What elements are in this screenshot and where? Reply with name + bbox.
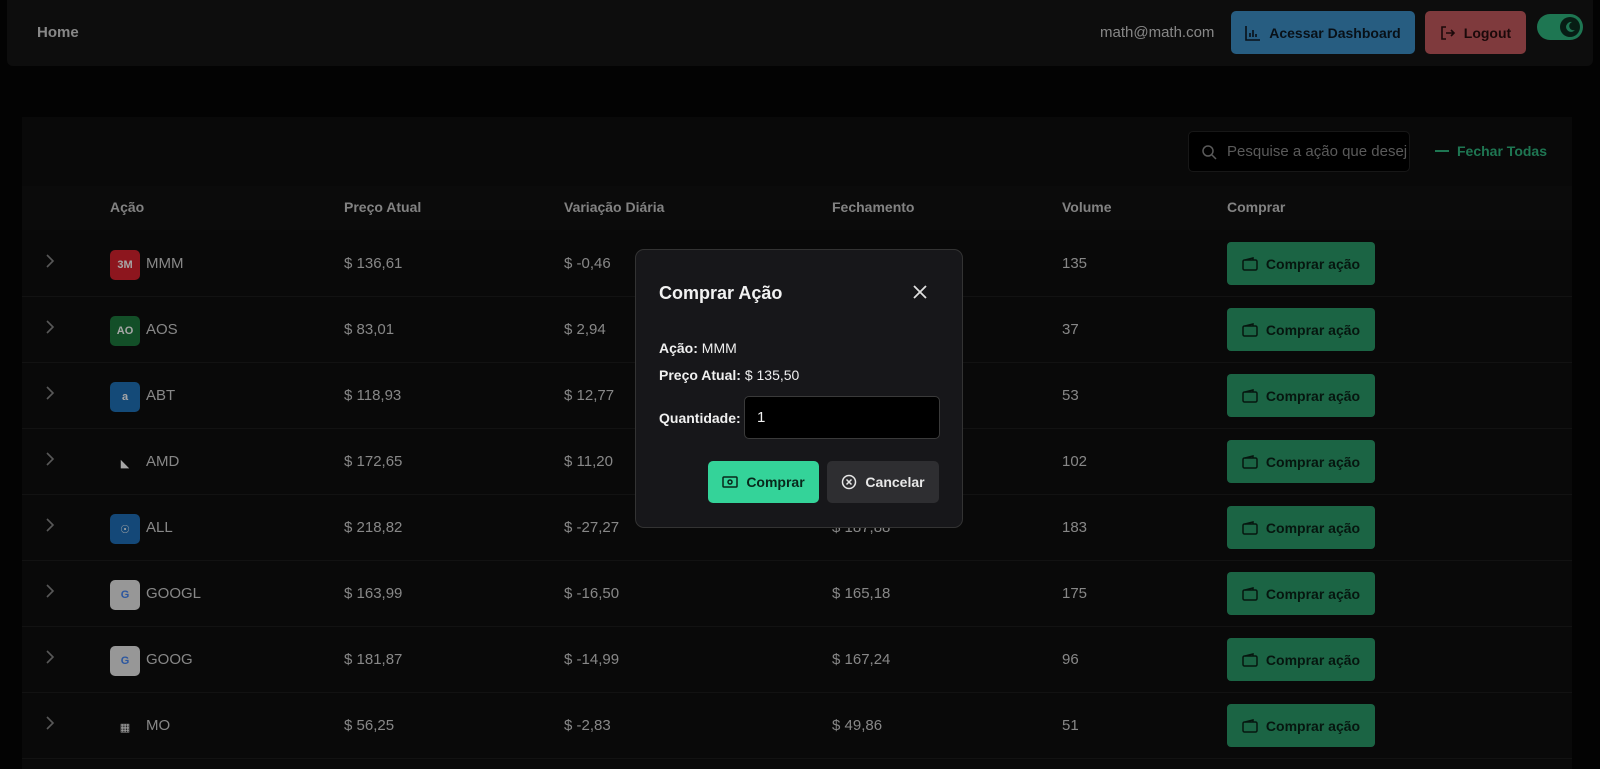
modal-preco-label: Preço Atual: (659, 367, 741, 383)
money-icon (722, 476, 739, 488)
modal-title: Comprar Ação (659, 283, 783, 303)
cancel-button[interactable]: Cancelar (827, 461, 939, 503)
quantity-input[interactable] (744, 396, 940, 439)
modal-acao-line: Ação: MMM (659, 340, 737, 356)
modal-acao-label: Ação: (659, 340, 698, 356)
modal-preco-line: Preço Atual: $ 135,50 (659, 367, 799, 383)
modal-preco-value: $ 135,50 (744, 367, 800, 383)
close-icon[interactable] (910, 282, 930, 302)
cancel-icon (842, 474, 857, 490)
qty-label: Quantidade: (659, 410, 741, 426)
cancel-label: Cancelar (865, 474, 925, 490)
modal-acao-value: MMM (701, 340, 737, 356)
confirm-buy-button[interactable]: Comprar (708, 461, 819, 503)
buy-modal: Comprar Ação Ação: MMM Preço Atual: $ 13… (635, 249, 963, 528)
confirm-buy-label: Comprar (746, 474, 805, 490)
